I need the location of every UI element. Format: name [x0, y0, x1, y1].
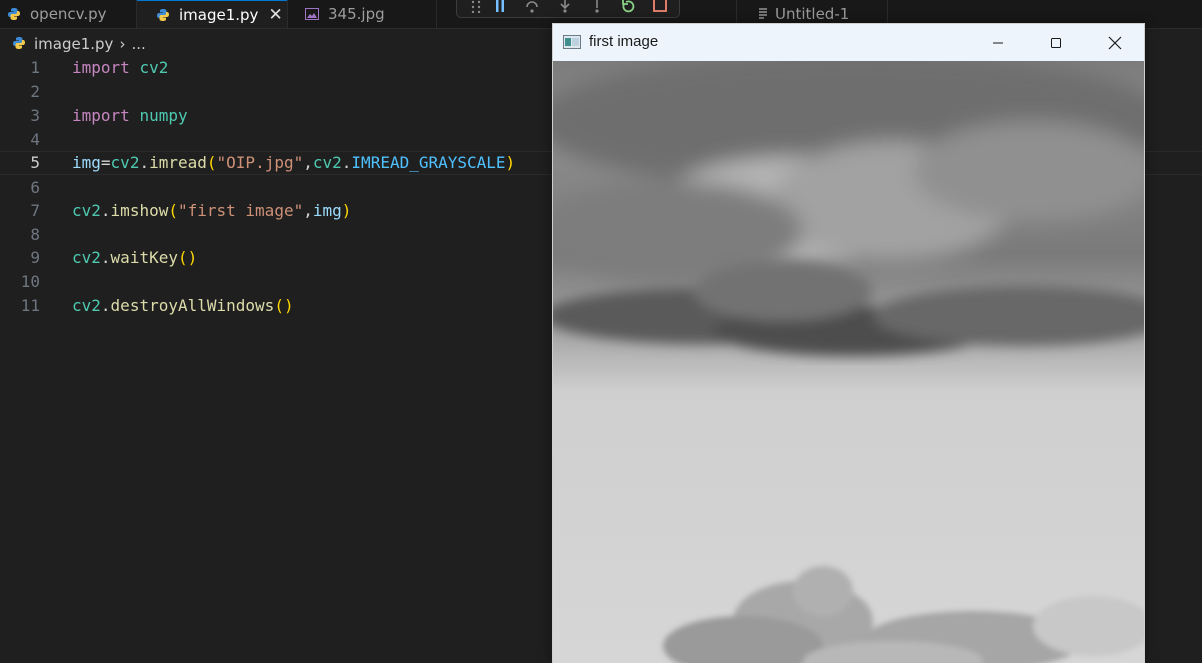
code-text: cv2.waitKey() [72, 248, 198, 267]
line-number: 6 [30, 178, 40, 197]
tab-label: image1.py [179, 5, 259, 24]
tab-divider [436, 0, 437, 28]
code-text: img=cv2.imread("OIP.jpg",cv2.IMREAD_GRAY… [72, 153, 516, 172]
tab-label: opencv.py [30, 5, 107, 23]
code-text: import cv2 [72, 58, 169, 77]
window-title: first image [589, 33, 659, 50]
line-number: 2 [30, 82, 40, 101]
python-icon [155, 7, 171, 23]
tab-label: 345.jpg [328, 5, 385, 23]
tab-image1-py[interactable]: image1.py ✕ [137, 0, 287, 28]
step-into-icon[interactable] [558, 0, 572, 13]
line-number: 1 [30, 58, 40, 77]
opencv-image-window[interactable]: first image [552, 23, 1145, 663]
restart-icon[interactable] [621, 0, 635, 13]
close-icon [1108, 36, 1122, 49]
line-number: 7 [30, 201, 40, 220]
maximize-icon [1051, 37, 1061, 48]
line-number: 5 [30, 153, 40, 172]
code-text: cv2.imshow("first image",img) [72, 201, 352, 220]
debug-toolbar [456, 0, 680, 18]
step-out-icon[interactable] [590, 0, 604, 13]
maximize-button[interactable] [1033, 24, 1079, 61]
stop-icon[interactable] [653, 0, 667, 13]
drag-handle-icon[interactable] [469, 0, 483, 13]
line-number: 4 [30, 130, 40, 149]
close-button[interactable] [1092, 24, 1138, 61]
code-text: cv2.destroyAllWindows() [72, 296, 294, 315]
minimize-button[interactable] [975, 24, 1021, 61]
line-number: 3 [30, 106, 40, 125]
app-window-icon [563, 35, 581, 49]
python-icon [6, 6, 22, 22]
chevron-right-icon: › [119, 35, 126, 53]
pause-icon[interactable] [493, 0, 507, 13]
breadcrumb-more[interactable]: ... [131, 35, 145, 53]
line-number: 8 [30, 225, 40, 244]
breadcrumb: image1.py › ... [0, 32, 146, 56]
tab-opencv-py[interactable]: opencv.py [0, 0, 136, 28]
image-file-icon [304, 6, 320, 22]
python-icon [12, 36, 28, 52]
tab-label: Untitled-1 [775, 5, 850, 23]
line-number: 11 [20, 296, 40, 315]
code-text: import numpy [72, 106, 188, 125]
grayscale-cloud-image [553, 61, 1144, 663]
breadcrumb-file[interactable]: image1.py [34, 35, 113, 53]
close-icon[interactable]: ✕ [268, 5, 282, 25]
minimize-icon [993, 42, 1003, 43]
line-number: 9 [30, 248, 40, 267]
tab-345-jpg[interactable]: 345.jpg [288, 0, 436, 28]
line-number: 10 [20, 272, 40, 291]
window-title-bar[interactable]: first image [553, 24, 1144, 61]
text-file-icon [757, 6, 769, 22]
step-over-icon[interactable] [525, 0, 539, 13]
